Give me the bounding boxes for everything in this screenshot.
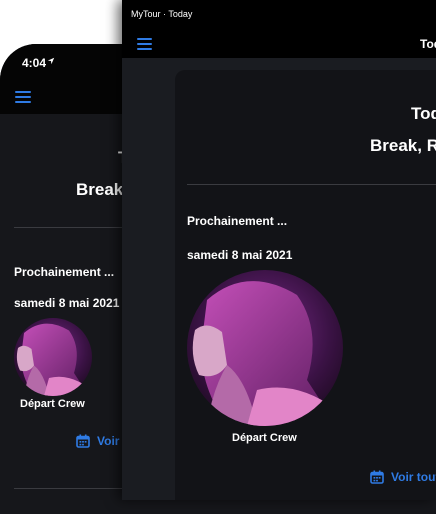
page-subtitle: Break: [76, 180, 124, 199]
upcoming-label: Prochainement ...: [187, 214, 288, 228]
event-date: samedi 8 mai 2021: [14, 296, 120, 310]
see-all-label: Voir tout: [391, 470, 436, 484]
window-content: Tod Break, R Prochainement ... samedi 8 …: [122, 58, 436, 500]
avatar-image: [14, 318, 92, 396]
hamburger-icon[interactable]: [137, 38, 152, 50]
event-date: samedi 8 mai 2021: [187, 248, 293, 262]
hamburger-icon[interactable]: [15, 91, 31, 103]
upcoming-label: Prochainement ...: [14, 265, 115, 279]
location-arrow-icon: [47, 57, 55, 65]
window-title-bar[interactable]: MyTour · Today: [122, 0, 436, 28]
event-avatar[interactable]: [14, 318, 92, 396]
window-title: MyTour · Today: [131, 9, 193, 19]
event-caption: Départ Crew: [20, 398, 85, 410]
divider: [187, 184, 436, 185]
app-window: MyTour · Today Tod Tod Break, R Prochain…: [122, 0, 436, 500]
event-avatar[interactable]: [187, 270, 343, 426]
avatar-image: [187, 270, 343, 426]
today-card: Tod Break, R Prochainement ... samedi 8 …: [175, 70, 436, 500]
see-all-label: Voir: [97, 434, 120, 448]
see-all-link[interactable]: Voir tout: [370, 470, 436, 484]
status-time: 4:04: [22, 56, 47, 70]
page-subtitle: Break, R: [370, 136, 436, 155]
page-title: Tod: [411, 104, 436, 123]
event-caption: Départ Crew: [232, 432, 297, 444]
calendar-icon: [76, 434, 90, 448]
calendar-icon: [370, 470, 384, 484]
app-bar: Tod: [122, 28, 436, 58]
see-all-link[interactable]: Voir: [76, 434, 119, 448]
app-bar-title: Tod: [420, 37, 436, 51]
